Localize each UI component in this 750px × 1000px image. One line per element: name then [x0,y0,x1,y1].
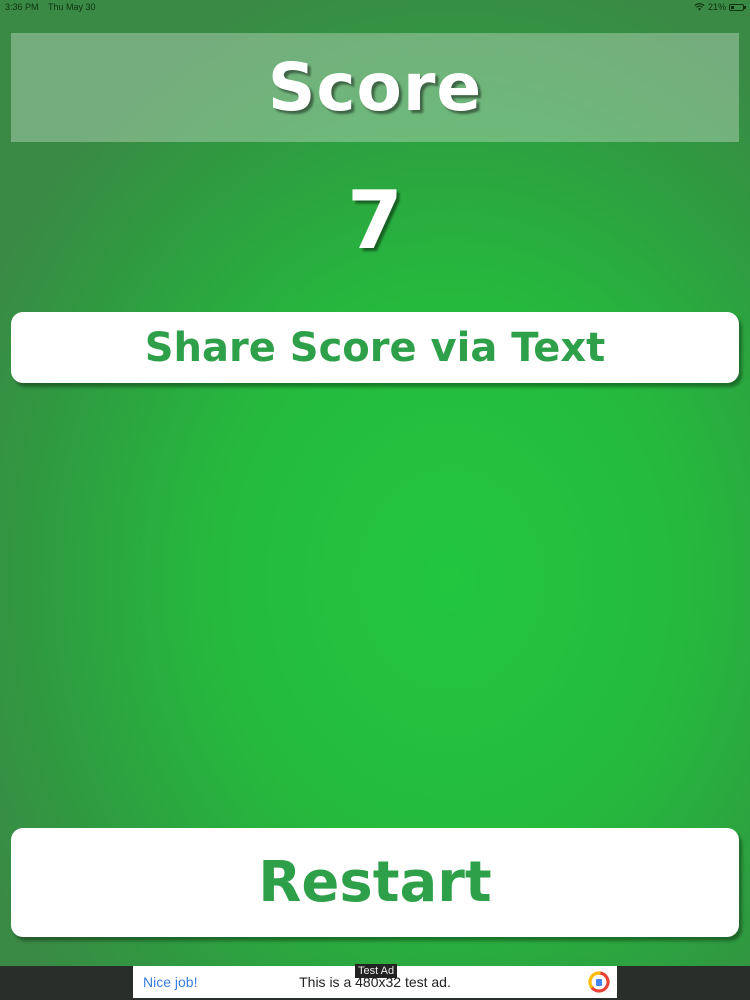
battery-charging-icon [729,3,746,11]
status-indicators: 21% [694,2,746,12]
restart-button[interactable]: Restart [11,828,739,937]
share-score-button[interactable]: Share Score via Text [11,312,739,383]
score-value: 7 [347,174,403,267]
status-date: Thu May 30 [48,2,96,12]
status-bar: 3:36 PM Thu May 30 21% [0,0,750,14]
ad-tag: Test Ad [355,964,398,978]
adchoices-logo-icon[interactable] [587,970,611,994]
score-header: Score [11,33,739,142]
ad-headline: Nice job! [143,974,198,990]
wifi-icon [694,3,705,11]
battery-percent: 21% [707,2,726,12]
score-title: Score [267,49,483,126]
status-time: 3:36 PM [5,2,39,12]
